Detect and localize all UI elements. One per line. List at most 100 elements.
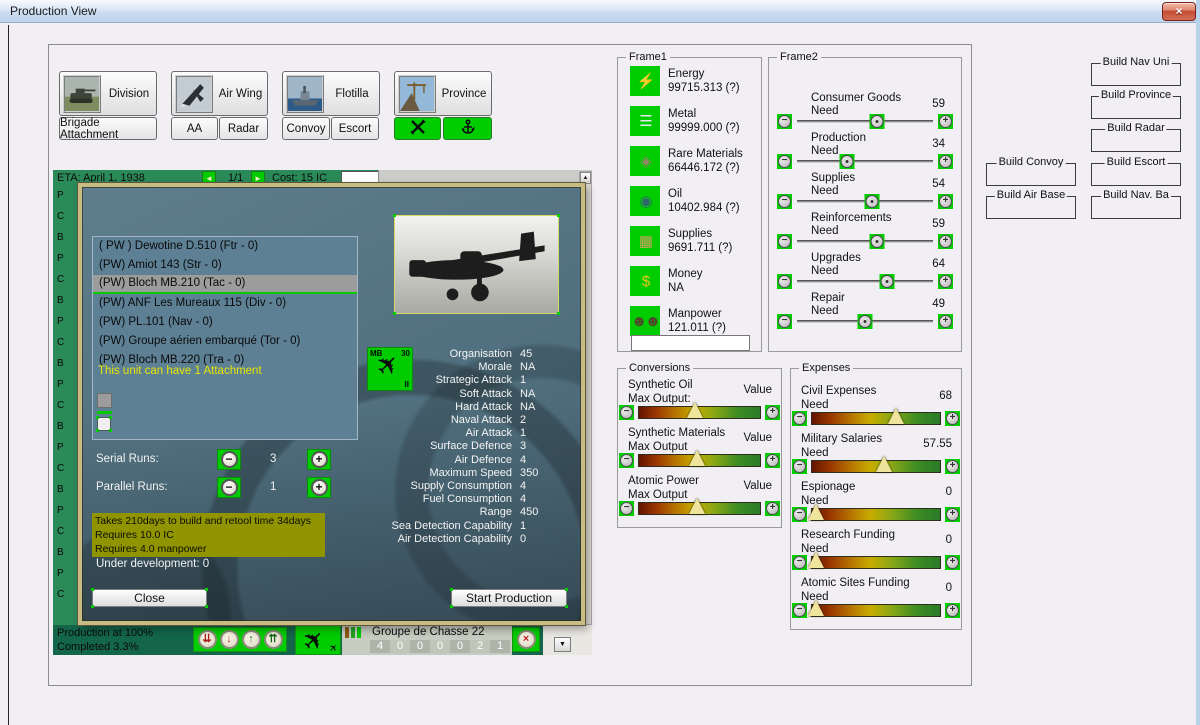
slider-thumb[interactable] <box>857 314 873 329</box>
window-close-button[interactable]: × <box>1162 2 1196 21</box>
slider-thumb[interactable] <box>807 504 824 520</box>
escort-button[interactable]: Escort <box>331 117 379 140</box>
attachment-slot-empty[interactable] <box>96 416 112 432</box>
move-top-icon[interactable]: ⇈ <box>263 630 283 649</box>
model-list-item[interactable]: (PW) Amiot 143 (Str - 0) <box>93 256 357 275</box>
build-nav-uni-button[interactable]: Build Nav Uni <box>1091 56 1181 86</box>
decrease-button[interactable]: − <box>777 314 792 329</box>
model-list-item[interactable]: (PW) PL.101 (Nav - 0) <box>93 313 357 332</box>
convoy-button[interactable]: Convoy <box>282 117 330 140</box>
stat-label: Hard Attack <box>455 400 512 413</box>
expense-sublabel: Need <box>801 399 829 411</box>
decrease-button[interactable]: − <box>619 501 634 516</box>
decrease-button[interactable]: − <box>619 405 634 420</box>
increase-button[interactable]: + <box>945 507 960 522</box>
scroll-down-icon[interactable]: ▼ <box>554 637 571 652</box>
increase-button[interactable]: + <box>765 453 780 468</box>
slider-thumb[interactable] <box>839 154 855 169</box>
cancel-icon[interactable]: × <box>516 630 536 649</box>
build-air-base-button[interactable]: Build Air Base <box>986 189 1076 219</box>
stat-label: Maximum Speed <box>429 466 512 479</box>
slider-thumb[interactable] <box>869 234 885 249</box>
increase-button[interactable]: + <box>945 603 960 618</box>
model-list-item[interactable]: ( PW ) Dewotine D.510 (Ftr - 0) <box>93 237 357 256</box>
increase-button[interactable]: + <box>938 314 953 329</box>
model-list-item[interactable]: (PW) ANF Les Mureaux 115 (Div - 0) <box>93 294 357 313</box>
start-production-button[interactable]: Start Production <box>450 588 568 608</box>
slider-rail <box>797 314 933 329</box>
decrease-button[interactable]: − <box>777 194 792 209</box>
province-button[interactable]: Province <box>394 71 492 116</box>
slider-thumb[interactable] <box>875 456 892 472</box>
stat-value: NA <box>520 387 536 400</box>
resource-input[interactable] <box>631 335 750 351</box>
attachment-slot-filled[interactable] <box>97 393 112 408</box>
resource-value: 99999.000 (?) <box>668 122 740 134</box>
air-wing-button[interactable]: Air Wing <box>171 71 268 116</box>
move-down-icon[interactable]: ↓ <box>219 630 239 649</box>
decrease-button[interactable]: − <box>792 603 807 618</box>
slider-thumb[interactable] <box>689 450 706 466</box>
need-value: 34 <box>932 138 945 150</box>
radar-button[interactable]: Radar <box>219 117 268 140</box>
increase-button[interactable]: + <box>945 555 960 570</box>
increase-button[interactable]: + <box>938 114 953 129</box>
slider-thumb[interactable] <box>689 498 706 514</box>
decrease-button[interactable]: − <box>792 459 807 474</box>
build-nav-base-button[interactable]: Build Nav. Ba <box>1091 189 1181 219</box>
increase-button[interactable]: + <box>938 234 953 249</box>
decrease-button[interactable]: − <box>777 114 792 129</box>
tank-icon <box>63 74 101 113</box>
close-button[interactable]: Close <box>91 588 208 608</box>
increase-button[interactable]: + <box>945 459 960 474</box>
move-up-icon[interactable]: ↑ <box>241 630 261 649</box>
need-slider-row: Supplies Need 54 − + <box>769 172 961 212</box>
window-titlebar: Production View <box>0 0 1200 23</box>
resource-row: ◉ Oil 10402.984 (?) <box>630 186 757 222</box>
increase-button[interactable]: + <box>938 194 953 209</box>
build-port-icon-button[interactable] <box>443 117 492 140</box>
need-value: 54 <box>932 178 945 190</box>
model-list-item[interactable]: (PW) Bloch MB.210 (Tac - 0) <box>93 275 357 294</box>
increase-button[interactable]: + <box>765 405 780 420</box>
stat-row: Supply Consumption 4 <box>232 480 577 493</box>
build-convoy-button[interactable]: Build Convoy <box>986 156 1076 186</box>
need-slider-row: Reinforcements Need 59 − + <box>769 212 961 252</box>
decrease-button[interactable]: − <box>777 154 792 169</box>
aa-button[interactable]: AA <box>171 117 218 140</box>
slider-thumb[interactable] <box>864 194 880 209</box>
build-province-button[interactable]: Build Province <box>1091 89 1181 119</box>
increase-button[interactable]: + <box>765 501 780 516</box>
slider-thumb[interactable] <box>888 408 905 424</box>
increase-button[interactable]: + <box>945 411 960 426</box>
slider-thumb[interactable] <box>879 274 895 289</box>
slider-thumb[interactable] <box>807 600 824 616</box>
squadron-entry[interactable]: Groupe de Chasse 22 4000021 <box>342 625 512 655</box>
stat-value: NA <box>520 400 536 413</box>
decrease-button[interactable]: − <box>792 507 807 522</box>
queue-row-fragment: P <box>57 568 64 579</box>
slider-thumb[interactable] <box>807 552 824 568</box>
build-airbase-icon-button[interactable] <box>394 117 441 140</box>
build-escort-button[interactable]: Build Escort <box>1091 156 1181 186</box>
window-border <box>1196 0 1200 725</box>
energy-icon: ⚡ <box>630 66 660 96</box>
brigade-attachment-button[interactable]: Brigade Attachment <box>59 117 157 141</box>
stat-value: 0 <box>520 532 527 545</box>
increase-button[interactable]: + <box>938 274 953 289</box>
move-bottom-icon[interactable]: ⇊ <box>197 630 217 649</box>
count-cell: 4 <box>370 640 390 653</box>
flotilla-button[interactable]: Flotilla <box>282 71 380 116</box>
decrease-button[interactable]: − <box>777 234 792 249</box>
decrease-button[interactable]: − <box>619 453 634 468</box>
decrease-button[interactable]: − <box>777 274 792 289</box>
queue-row-fragment: C <box>57 526 65 537</box>
slider-thumb[interactable] <box>869 114 885 129</box>
decrease-button[interactable]: − <box>792 555 807 570</box>
slider-thumb[interactable] <box>686 402 703 418</box>
stat-value: 4 <box>520 480 527 493</box>
division-button[interactable]: Division <box>59 71 157 116</box>
build-radar-button[interactable]: Build Radar <box>1091 122 1181 152</box>
increase-button[interactable]: + <box>938 154 953 169</box>
decrease-button[interactable]: − <box>792 411 807 426</box>
